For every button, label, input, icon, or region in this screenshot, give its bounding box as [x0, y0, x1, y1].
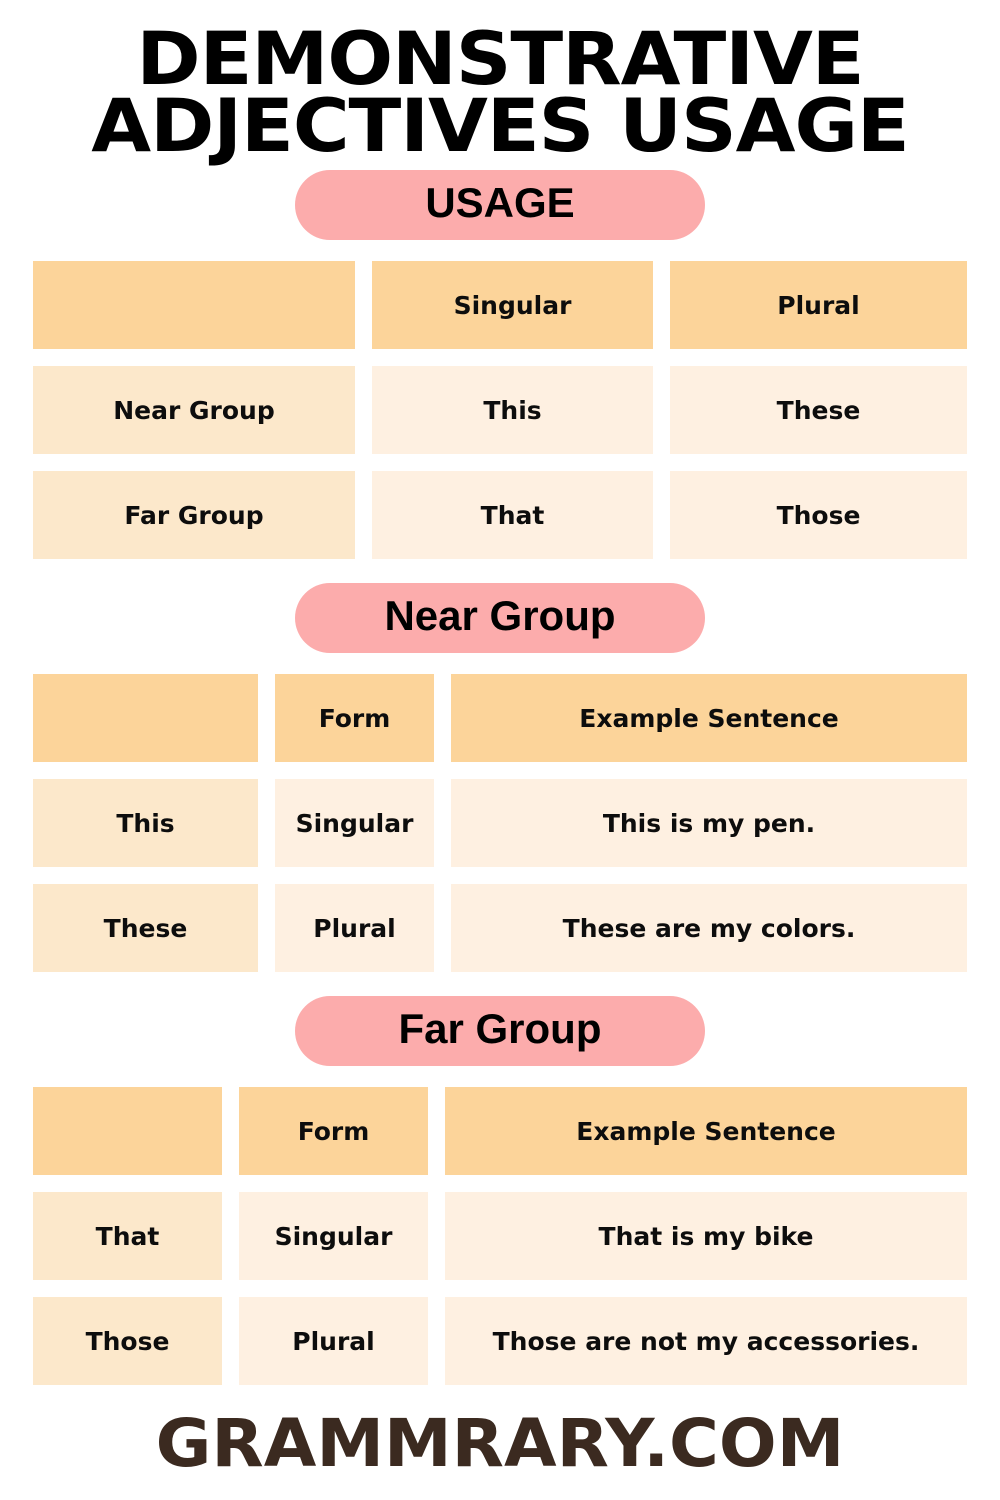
far-row-1-example: Those are not my accessories. [445, 1297, 967, 1386]
near-row-0-example: This is my pen. [451, 779, 967, 868]
table-row: Near Group This These [33, 366, 967, 455]
usage-header-plural: Plural [670, 261, 967, 350]
far-header-example-sentence: Example Sentence [445, 1087, 967, 1176]
table-row: That Singular That is my bike [33, 1192, 967, 1281]
far-row-0-example: That is my bike [445, 1192, 967, 1281]
usage-header-blank [33, 261, 355, 350]
table-header-row: Singular Plural [33, 261, 967, 350]
table-row: These Plural These are my colors. [33, 884, 967, 973]
section-banner-usage: USAGE [295, 170, 705, 241]
usage-table: Singular Plural Near Group This These Fa… [33, 261, 967, 560]
section-banner-near-group: Near Group [295, 583, 705, 654]
table-header-row: Form Example Sentence [33, 1087, 967, 1176]
site-watermark: GRAMMRARY.COM [155, 1405, 845, 1483]
near-row-1-word: These [33, 884, 258, 973]
far-row-0-form: Singular [239, 1192, 428, 1281]
near-row-0-word: This [33, 779, 258, 868]
table-row: This Singular This is my pen. [33, 779, 967, 868]
far-row-0-word: That [33, 1192, 222, 1281]
far-group-table: Form Example Sentence That Singular That… [33, 1087, 967, 1386]
page-title-line-1: DEMONSTRATIVE [136, 17, 864, 102]
usage-row-1-label: Far Group [33, 471, 355, 560]
near-header-form: Form [275, 674, 434, 763]
near-header-blank [33, 674, 258, 763]
far-row-1-word: Those [33, 1297, 222, 1386]
section-banner-usage-wrap: USAGE [33, 170, 967, 241]
table-row: Those Plural Those are not my accessorie… [33, 1297, 967, 1386]
section-banner-far-group: Far Group [295, 996, 705, 1067]
page-title-line-2: ADJECTIVES USAGE [91, 84, 909, 170]
page-title: DEMONSTRATIVE ADJECTIVES USAGE [5, 17, 995, 170]
near-row-0-form: Singular [275, 779, 434, 868]
near-row-1-form: Plural [275, 884, 434, 973]
infographic-poster: DEMONSTRATIVE ADJECTIVES USAGE USAGE Sin… [0, 0, 1000, 1500]
near-header-example-sentence: Example Sentence [451, 674, 967, 763]
table-header-row: Form Example Sentence [33, 674, 967, 763]
usage-row-0-label: Near Group [33, 366, 355, 455]
usage-header-singular: Singular [372, 261, 653, 350]
section-banner-near-group-wrap: Near Group [33, 583, 967, 654]
section-banner-far-group-wrap: Far Group [33, 996, 967, 1067]
far-row-1-form: Plural [239, 1297, 428, 1386]
usage-row-0-plural: These [670, 366, 967, 455]
usage-row-1-plural: Those [670, 471, 967, 560]
far-header-form: Form [239, 1087, 428, 1176]
far-header-blank [33, 1087, 222, 1176]
table-row: Far Group That Those [33, 471, 967, 560]
usage-row-0-singular: This [372, 366, 653, 455]
usage-row-1-singular: That [372, 471, 653, 560]
near-group-table: Form Example Sentence This Singular This… [33, 674, 967, 973]
near-row-1-example: These are my colors. [451, 884, 967, 973]
